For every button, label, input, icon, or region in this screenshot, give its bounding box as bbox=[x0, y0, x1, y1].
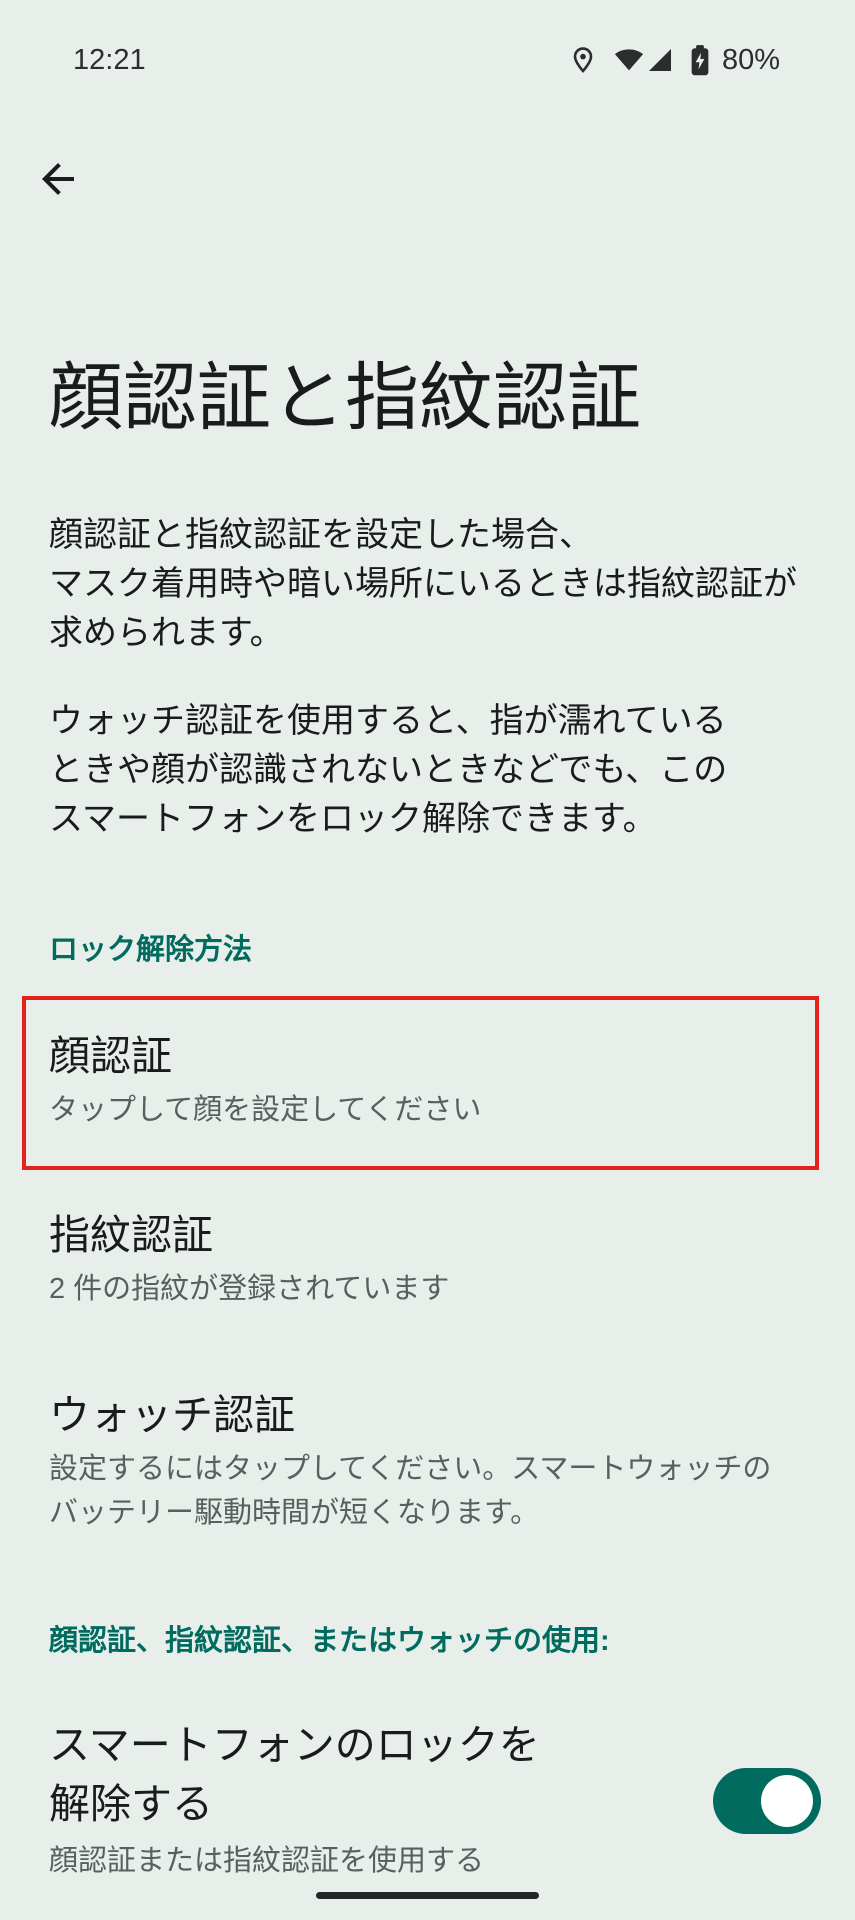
face-unlock-item[interactable]: 顔認証 タップして顔を設定してください bbox=[0, 1003, 855, 1148]
item-title: 指紋認証 bbox=[49, 1212, 213, 1258]
intro-paragraph: 顔認証と指紋認証を設定した場合、 マスク着用時や暗い場所にいるときは指紋認証が … bbox=[49, 511, 855, 658]
section-header-usage: 顔認証、指紋認証、またはウォッチの使用: bbox=[49, 1625, 610, 1657]
item-summary: 顔認証または指紋認証を使用する bbox=[49, 1839, 695, 1883]
item-summary-line: バッテリー駆動時間が短くなります。 bbox=[49, 1497, 540, 1529]
intro-line: ときや顔が認識されないときなどでも、この bbox=[49, 751, 728, 789]
item-summary-line: 2 件の指紋が登録されています bbox=[49, 1273, 450, 1305]
intro-line: ウォッチ認証を使用すると、指が濡れている bbox=[49, 702, 727, 740]
battery-charging-icon bbox=[691, 45, 709, 76]
item-title-line: スマートフォンのロックを bbox=[49, 1722, 540, 1768]
page-title: 顔認証と指紋認証 bbox=[49, 356, 641, 439]
intro-line: 顔認証と指紋認証を設定した場合、 bbox=[49, 516, 593, 554]
arrow-back-icon bbox=[34, 155, 82, 203]
gesture-nav-handle[interactable] bbox=[316, 1892, 539, 1899]
item-title: スマートフォンのロックを 解除する bbox=[49, 1716, 695, 1834]
toggle-thumb bbox=[761, 1775, 813, 1827]
wifi-icon bbox=[614, 49, 644, 71]
item-summary: 設定するにはタップしてください。スマートウォッチの バッテリー駆動時間が短くなり… bbox=[49, 1447, 806, 1535]
item-title: 顔認証 bbox=[49, 1033, 172, 1079]
intro-paragraph: ウォッチ認証を使用すると、指が濡れている ときや顔が認識されないときなどでも、こ… bbox=[49, 697, 855, 844]
back-button[interactable] bbox=[28, 149, 88, 209]
unlock-phone-toggle[interactable] bbox=[713, 1768, 821, 1834]
location-icon bbox=[573, 47, 593, 73]
item-summary-line: 顔認証または指紋認証を使用する bbox=[49, 1845, 485, 1877]
status-time: 12:21 bbox=[73, 44, 146, 76]
battery-percent: 80% bbox=[722, 44, 781, 76]
item-summary: タップして顔を設定してください bbox=[49, 1088, 806, 1132]
cell-signal-icon bbox=[648, 48, 672, 72]
unlock-phone-item[interactable]: スマートフォンのロックを 解除する 顔認証または指紋認証を使用する bbox=[0, 1690, 855, 1899]
section-header-unlock-methods: ロック解除方法 bbox=[49, 934, 253, 966]
fingerprint-unlock-item[interactable]: 指紋認証 2 件の指紋が登録されています bbox=[0, 1182, 855, 1327]
status-bar: 12:21 80% bbox=[0, 0, 855, 110]
item-title: ウォッチ認証 bbox=[49, 1392, 295, 1438]
item-summary: 2 件の指紋が登録されています bbox=[49, 1267, 806, 1311]
intro-line: スマートフォンをロック解除できます。 bbox=[49, 800, 657, 838]
intro-line: マスク着用時や暗い場所にいるときは指紋認証が bbox=[49, 565, 797, 603]
item-summary-line: 設定するにはタップしてください。スマートウォッチの bbox=[49, 1453, 772, 1485]
face-fingerprint-settings-screen: 12:21 80% 顔認証と指紋認証 顔認証と指紋認証を設定した場合、 マスク着… bbox=[0, 0, 855, 1920]
intro-line: 求められます。 bbox=[49, 614, 284, 652]
item-title-line: 解除する bbox=[49, 1781, 213, 1827]
item-summary-line: タップして顔を設定してください bbox=[49, 1094, 482, 1126]
watch-unlock-item[interactable]: ウォッチ認証 設定するにはタップしてください。スマートウォッチの バッテリー駆動… bbox=[0, 1362, 855, 1551]
